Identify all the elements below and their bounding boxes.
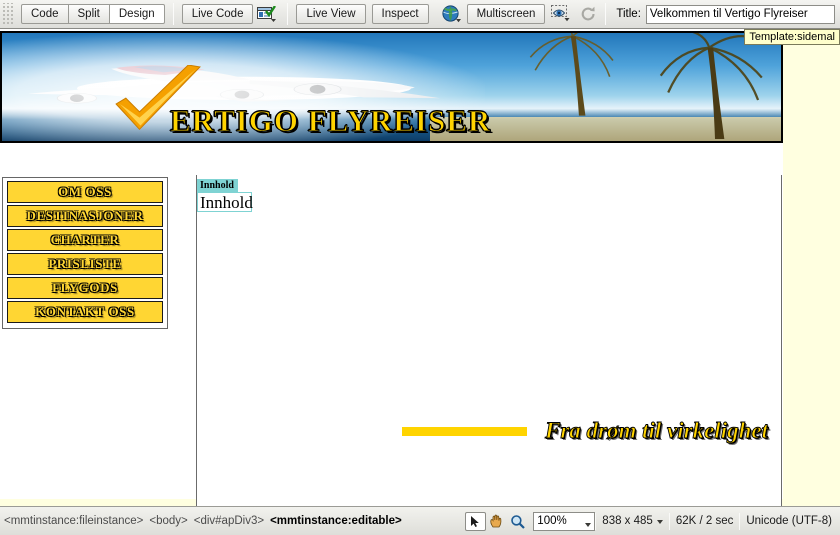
tag-selector: <mmtinstance:fileinstance> <body> <div#a… [0, 507, 465, 535]
nav-item-charter[interactable]: CHARTER [7, 229, 163, 251]
view-mode-code-button[interactable]: Code [21, 4, 69, 24]
tag-selector-item-fileinstance[interactable]: <mmtinstance:fileinstance> [4, 515, 143, 527]
select-arrow-icon[interactable] [465, 511, 487, 531]
document-title-group: Title: [616, 4, 840, 24]
chevron-down-icon-2 [656, 520, 663, 524]
template-badge: Template:sidemal [744, 29, 840, 45]
editable-region-text[interactable]: Innhold [200, 193, 253, 212]
globe-icon[interactable] [439, 3, 465, 25]
editable-region-tab[interactable]: Innhold [197, 179, 238, 192]
document-toolbar: Code Split Design Live Code Live View In… [0, 0, 840, 29]
tag-selector-item-div[interactable]: <div#apDiv3> [194, 515, 264, 527]
sidebar-nav: OM OSS DESTINASJONER CHARTER PRISLISTE F… [2, 177, 168, 329]
slogan-bar-left [402, 426, 527, 436]
palm-tree-icon-2 [659, 33, 763, 139]
banner-heading: ERTIGO FLYREISER [169, 103, 492, 139]
web-page-preview[interactable]: ERTIGO FLYREISER OM OSS DESTINASJONER CH… [0, 29, 783, 506]
slogan-row: Fra drøm til virkelighet [394, 415, 840, 447]
live-view-button[interactable]: Live View [296, 4, 366, 24]
nav-item-flygods[interactable]: FLYGODS [7, 277, 163, 299]
toolbar-divider [172, 3, 174, 25]
refresh-icon[interactable] [575, 3, 601, 25]
view-mode-group: Code Split Design [17, 0, 169, 28]
title-input[interactable] [645, 4, 835, 24]
toolbar-divider-3 [605, 3, 607, 25]
multiscreen-button[interactable]: Multiscreen [466, 4, 546, 24]
window-size-value: 838 x 485 [602, 515, 653, 527]
live-code-options-icon[interactable] [253, 3, 279, 25]
live-view-group: Live View Inspect [292, 0, 432, 28]
title-label: Title: [616, 8, 641, 20]
tag-selector-item-body[interactable]: <body> [149, 515, 187, 527]
content-region[interactable]: Fra drøm til virkelighet [196, 175, 782, 506]
window-size-select[interactable]: 838 x 485 [596, 515, 669, 527]
status-bar: <mmtinstance:fileinstance> <body> <div#a… [0, 506, 840, 535]
encoding-label: Unicode (UTF-8) [746, 515, 832, 527]
hand-icon[interactable] [486, 512, 507, 531]
live-code-group: Live Code [178, 0, 284, 28]
nav-item-kontakt-oss[interactable]: KONTAKT OSS [7, 301, 163, 323]
live-code-button[interactable]: Live Code [181, 4, 254, 24]
toolbar-divider-2 [287, 3, 289, 25]
document-canvas[interactable]: Template:sidemal ERTIGO FLYREISER OM OSS… [0, 29, 840, 506]
zoom-select[interactable]: 100% [533, 511, 596, 531]
site-banner[interactable]: ERTIGO FLYREISER [0, 31, 783, 143]
eye-icon[interactable] [549, 3, 575, 25]
tag-selector-item-editable[interactable]: <mmtinstance:editable> [270, 515, 402, 527]
nav-item-prisliste[interactable]: PRISLISTE [7, 253, 163, 275]
slogan-text: Fra drøm til virkelighet [545, 418, 769, 444]
canvas-tools-group [465, 507, 528, 535]
chevron-down-icon [585, 522, 592, 527]
view-mode-design-button[interactable]: Design [109, 4, 165, 24]
nav-item-destinasjoner[interactable]: DESTINASJONER [7, 205, 163, 227]
view-mode-split-button[interactable]: Split [68, 4, 110, 24]
toolbar-grip[interactable] [2, 3, 14, 25]
zoom-magnifier-icon[interactable] [507, 512, 528, 531]
download-size: 62K / 2 sec [675, 515, 734, 527]
zoom-value: 100% [537, 515, 567, 527]
inspect-button[interactable]: Inspect [371, 4, 429, 24]
nav-item-om-oss[interactable]: OM OSS [7, 181, 163, 203]
